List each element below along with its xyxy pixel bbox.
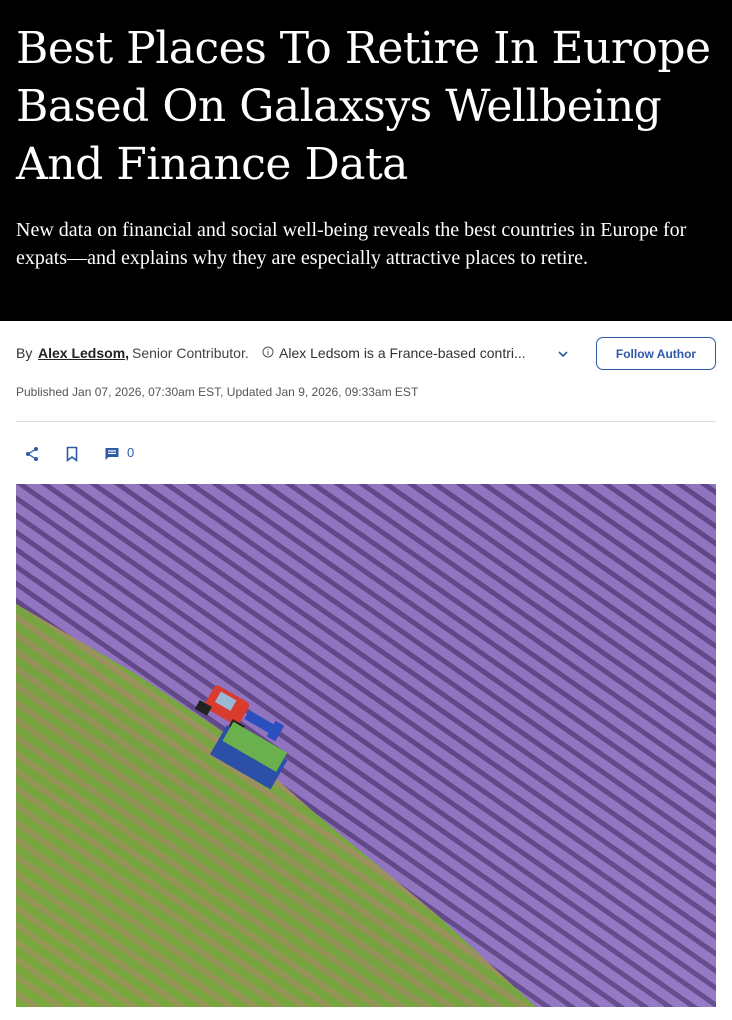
author-bio: Alex Ledsom is a France-based contri...	[279, 345, 526, 361]
article-header: Best Places To Retire In Europe Based On…	[0, 0, 732, 321]
comment-count[interactable]: 0	[127, 445, 134, 460]
author-role: Senior Contributor.	[132, 345, 249, 361]
byline: By Alex Ledsom, Senior Contributor. Alex…	[0, 321, 732, 385]
article-title: Best Places To Retire In Europe Based On…	[16, 23, 711, 190]
comment-icon[interactable]	[104, 446, 120, 462]
lavender-field-image	[16, 484, 716, 1007]
article-actions: 0	[0, 422, 732, 486]
bookmark-icon[interactable]	[64, 446, 80, 462]
follow-author-button[interactable]: Follow Author	[596, 337, 716, 370]
chevron-down-icon[interactable]	[556, 347, 570, 361]
author-link[interactable]: Alex Ledsom,	[38, 345, 129, 361]
hero-image	[16, 484, 716, 1007]
publish-dates: Published Jan 07, 2026, 07:30am EST, Upd…	[16, 385, 419, 399]
by-label: By	[16, 345, 33, 361]
article-dek: New data on financial and social well-be…	[16, 219, 687, 269]
share-icon[interactable]	[24, 446, 40, 462]
info-icon[interactable]	[262, 346, 274, 358]
